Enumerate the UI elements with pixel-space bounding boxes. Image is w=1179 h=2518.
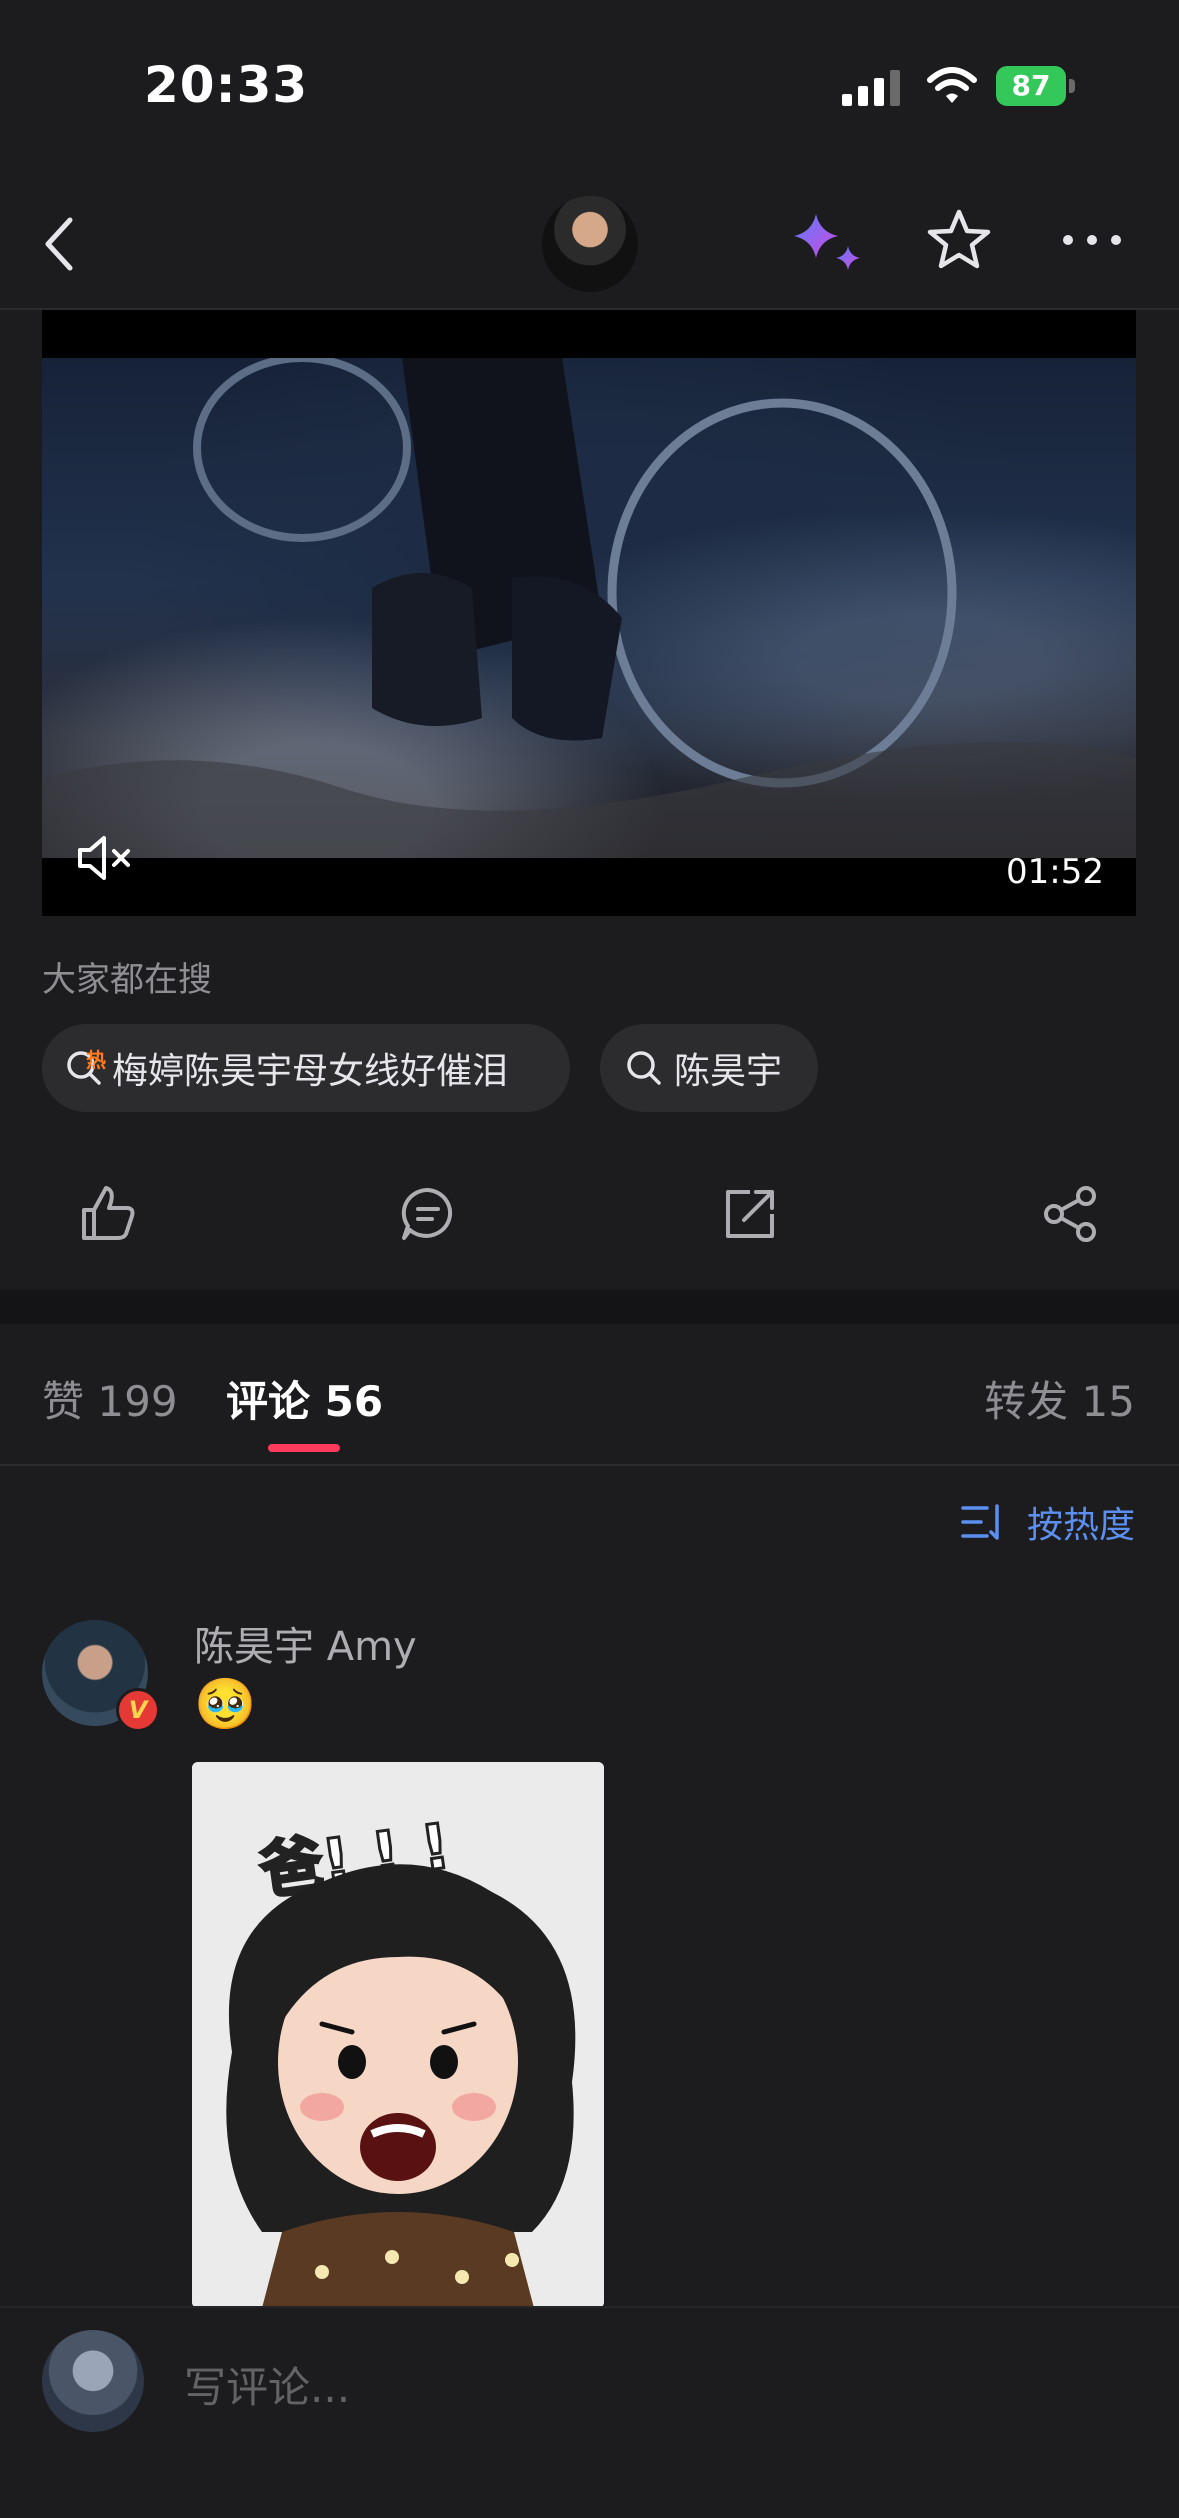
battery-level: 87 [1011,69,1051,102]
tab-reposts[interactable]: 转发 15 [984,1368,1135,1429]
more-horizontal-icon[interactable] [1060,230,1124,250]
search-icon [627,1051,661,1085]
comment-icon[interactable] [398,1184,458,1244]
hot-badge: 热 [86,1048,106,1072]
video-player[interactable]: 01:52 [42,310,1136,916]
commenter-name[interactable]: 陈昊宇 Amy [194,1614,417,1672]
section-separator [0,1290,1179,1324]
chip-label: 梅婷陈昊宇母女线好催泪 [112,1051,509,1092]
video-frame [42,358,1136,858]
tab-comments[interactable]: 评论 56 [226,1368,383,1429]
author-avatar[interactable] [542,196,638,292]
tab-likes[interactable]: 赞 199 [42,1368,178,1429]
comment-emoji: 🥹 [194,1675,257,1733]
status-time: 20:33 [144,56,309,114]
tabs-divider [0,1464,1179,1466]
hot-search-label: 大家都在搜 [42,960,212,1000]
wifi-icon [927,67,977,103]
hot-search-chip[interactable]: 陈昊宇 [600,1024,818,1112]
hot-search-chip[interactable]: 热 梅婷陈昊宇母女线好催泪 [42,1024,570,1112]
battery-indicator: 87 [996,66,1076,106]
share-icon[interactable] [1040,1184,1100,1244]
verified-badge: V [116,1688,160,1732]
repost-icon[interactable] [720,1184,780,1244]
sort-button[interactable]: 按热度 [961,1496,1135,1548]
current-user-avatar[interactable] [42,2330,144,2432]
sparkles-icon[interactable] [790,210,866,276]
comment-input[interactable]: 写评论... [184,2354,350,2415]
chevron-left-icon[interactable] [40,214,80,274]
comment-input-bar [0,2306,1179,2518]
sort-icon [961,1504,999,1540]
chip-label: 陈昊宇 [674,1051,783,1092]
thumbs-up-icon[interactable] [78,1184,138,1244]
speaker-muted-icon[interactable] [76,834,132,882]
sort-label: 按热度 [1026,1505,1135,1546]
signal-icon [842,70,900,106]
comment-sticker-image[interactable]: 爸! ! ! [192,1762,604,2308]
active-tab-indicator [268,1444,340,1452]
video-duration: 01:52 [1006,852,1104,892]
star-icon[interactable] [926,208,992,272]
